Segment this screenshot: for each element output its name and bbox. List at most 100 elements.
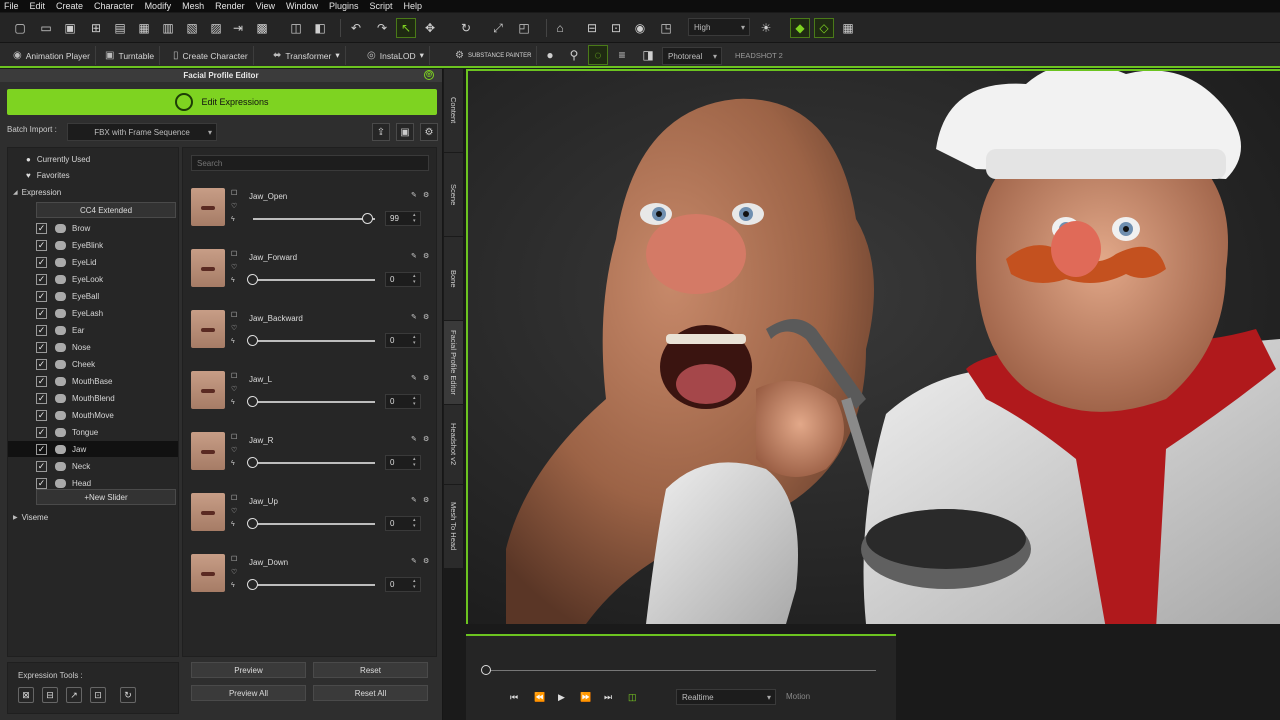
edit-icon[interactable]: ✎ — [411, 496, 417, 504]
side-tab-headshot-v2[interactable]: Headshot v2 — [444, 405, 463, 485]
open-folder-icon[interactable]: ▭ — [36, 18, 56, 38]
settings-icon[interactable]: ⚙ — [423, 191, 429, 199]
checkbox[interactable]: ☐ — [231, 556, 239, 564]
heart-icon[interactable]: ♡ — [231, 569, 239, 577]
tree-item-eyelook[interactable]: ✓ EyeLook — [8, 271, 178, 287]
tree-expression[interactable]: ◢ Expression — [8, 184, 178, 200]
slider-knob[interactable] — [247, 457, 258, 468]
sliders-icon[interactable]: ≡ — [612, 45, 632, 65]
settings-icon[interactable]: ⚙ — [423, 374, 429, 382]
checkbox[interactable]: ✓ — [36, 324, 47, 336]
grid-icon[interactable]: ◇ — [814, 18, 834, 38]
checkbox[interactable]: ✓ — [36, 256, 47, 268]
checkbox[interactable]: ✓ — [36, 273, 47, 285]
lightning-icon[interactable]: ϟ — [231, 216, 239, 224]
batch-import-select[interactable]: FBX with Frame Sequence — [67, 123, 217, 141]
checkbox[interactable]: ✓ — [36, 426, 47, 438]
heart-icon[interactable]: ♡ — [231, 264, 239, 272]
rotate-icon[interactable]: ↻ — [456, 18, 476, 38]
tree-item-eyeblink[interactable]: ✓ EyeBlink — [8, 237, 178, 253]
tool-mirror-icon[interactable]: ⊠ — [18, 687, 34, 703]
checkbox[interactable]: ☐ — [231, 312, 239, 320]
project-icon[interactable]: ▤ — [110, 18, 130, 38]
slider-track[interactable] — [253, 523, 375, 525]
checkbox[interactable]: ✓ — [36, 239, 47, 251]
slider-knob[interactable] — [361, 213, 373, 224]
import-icon[interactable]: ⇪ — [372, 123, 390, 141]
play-icon[interactable]: ▶ — [558, 692, 565, 703]
heart-icon[interactable]: ♡ — [231, 447, 239, 455]
slider-value[interactable]: 0 — [385, 577, 421, 592]
menu-item-help[interactable]: Help — [404, 0, 423, 12]
slider-knob[interactable] — [247, 518, 258, 529]
fast-forward-icon[interactable]: ⏩ — [580, 692, 591, 703]
checkbox[interactable]: ☐ — [231, 373, 239, 381]
lightning-icon[interactable]: ϟ — [231, 460, 239, 468]
tree-item-jaw[interactable]: ✓ Jaw — [8, 441, 178, 457]
menu-item-window[interactable]: Window — [286, 0, 318, 12]
rewind-icon[interactable]: ⏪ — [534, 692, 545, 703]
render-mode-select[interactable]: Photoreal — [662, 47, 722, 65]
checkbox[interactable]: ✓ — [36, 409, 47, 421]
heart-icon[interactable]: ♡ — [231, 508, 239, 516]
tool-frame-icon[interactable]: ⊡ — [90, 687, 106, 703]
tree-item-eyelid[interactable]: ✓ EyeLid — [8, 254, 178, 270]
motion-label[interactable]: Motion — [786, 692, 810, 701]
headshot-button[interactable]: HEADSHOT 2 — [730, 46, 788, 65]
redo-icon[interactable]: ↷ — [372, 18, 392, 38]
turntable-button[interactable]: ▣ Turntable — [100, 46, 161, 65]
tree-item-neck[interactable]: ✓ Neck — [8, 458, 178, 474]
move-icon[interactable]: ✥ — [420, 18, 440, 38]
side-tab-scene[interactable]: Scene — [444, 153, 463, 237]
lightning-icon[interactable]: ϟ — [231, 582, 239, 590]
render-icon[interactable]: ▨ — [206, 18, 226, 38]
checkbox[interactable]: ✓ — [36, 392, 47, 404]
slider-value[interactable]: 0 — [385, 516, 421, 531]
slider-track[interactable] — [253, 279, 375, 281]
edit-icon[interactable]: ✎ — [411, 313, 417, 321]
slider-value[interactable]: 0 — [385, 333, 421, 348]
tree-item-tongue[interactable]: ✓ Tongue — [8, 424, 178, 440]
import-icon[interactable]: ⊞ — [86, 18, 106, 38]
checkbox[interactable]: ☐ — [231, 495, 239, 503]
slider-track[interactable] — [253, 462, 375, 464]
checkbox[interactable]: ✓ — [36, 477, 47, 489]
checkbox[interactable]: ✓ — [36, 290, 47, 302]
settings-icon[interactable]: ⚙ — [423, 313, 429, 321]
playback-mode-select[interactable]: Realtime — [676, 689, 776, 705]
checkbox[interactable]: ✓ — [36, 358, 47, 370]
loop-icon[interactable]: ◫ — [628, 692, 637, 703]
slider-track[interactable] — [253, 340, 375, 342]
transformer-button[interactable]: ⬌ Transformer ▾ — [268, 46, 346, 65]
slider-value[interactable]: 0 — [385, 272, 421, 287]
frame-icon[interactable]: ⊡ — [606, 18, 626, 38]
checkbox[interactable]: ✓ — [36, 307, 47, 319]
tree-item-nose[interactable]: ✓ Nose — [8, 339, 178, 355]
tool-align-icon[interactable]: ⊟ — [42, 687, 58, 703]
heart-icon[interactable]: ♡ — [231, 203, 239, 211]
slider-track[interactable] — [253, 584, 375, 586]
menu-item-mesh[interactable]: Mesh — [182, 0, 204, 12]
snap-icon[interactable]: ◆ — [790, 18, 810, 38]
tree-item-ear[interactable]: ✓ Ear — [8, 322, 178, 338]
tree-item-mouthblend[interactable]: ✓ MouthBlend — [8, 390, 178, 406]
sphere-icon[interactable]: ● — [540, 45, 560, 65]
light-icon[interactable]: ☀ — [756, 18, 776, 38]
menu-item-plugins[interactable]: Plugins — [329, 0, 359, 12]
checkbox[interactable]: ☐ — [231, 434, 239, 442]
tool-sculpt-icon[interactable]: ↗ — [66, 687, 82, 703]
layer-icon[interactable]: ◫ — [286, 18, 306, 38]
tree-item-brow[interactable]: ✓ Brow — [8, 220, 178, 236]
reset-button[interactable]: Reset — [313, 662, 428, 678]
lightning-icon[interactable]: ϟ — [231, 399, 239, 407]
skip-start-icon[interactable]: ⏮ — [510, 692, 518, 703]
tree-item-mouthmove[interactable]: ✓ MouthMove — [8, 407, 178, 423]
camera-icon[interactable]: ◉ — [630, 18, 650, 38]
edit-icon[interactable]: ✎ — [411, 435, 417, 443]
menu-item-create[interactable]: Create — [56, 0, 83, 12]
tool-refresh-icon[interactable]: ↻ — [120, 687, 136, 703]
slider-track[interactable] — [253, 401, 375, 403]
menu-item-file[interactable]: File — [4, 0, 19, 12]
checkbox[interactable]: ✓ — [36, 375, 47, 387]
checkbox[interactable]: ☐ — [231, 190, 239, 198]
